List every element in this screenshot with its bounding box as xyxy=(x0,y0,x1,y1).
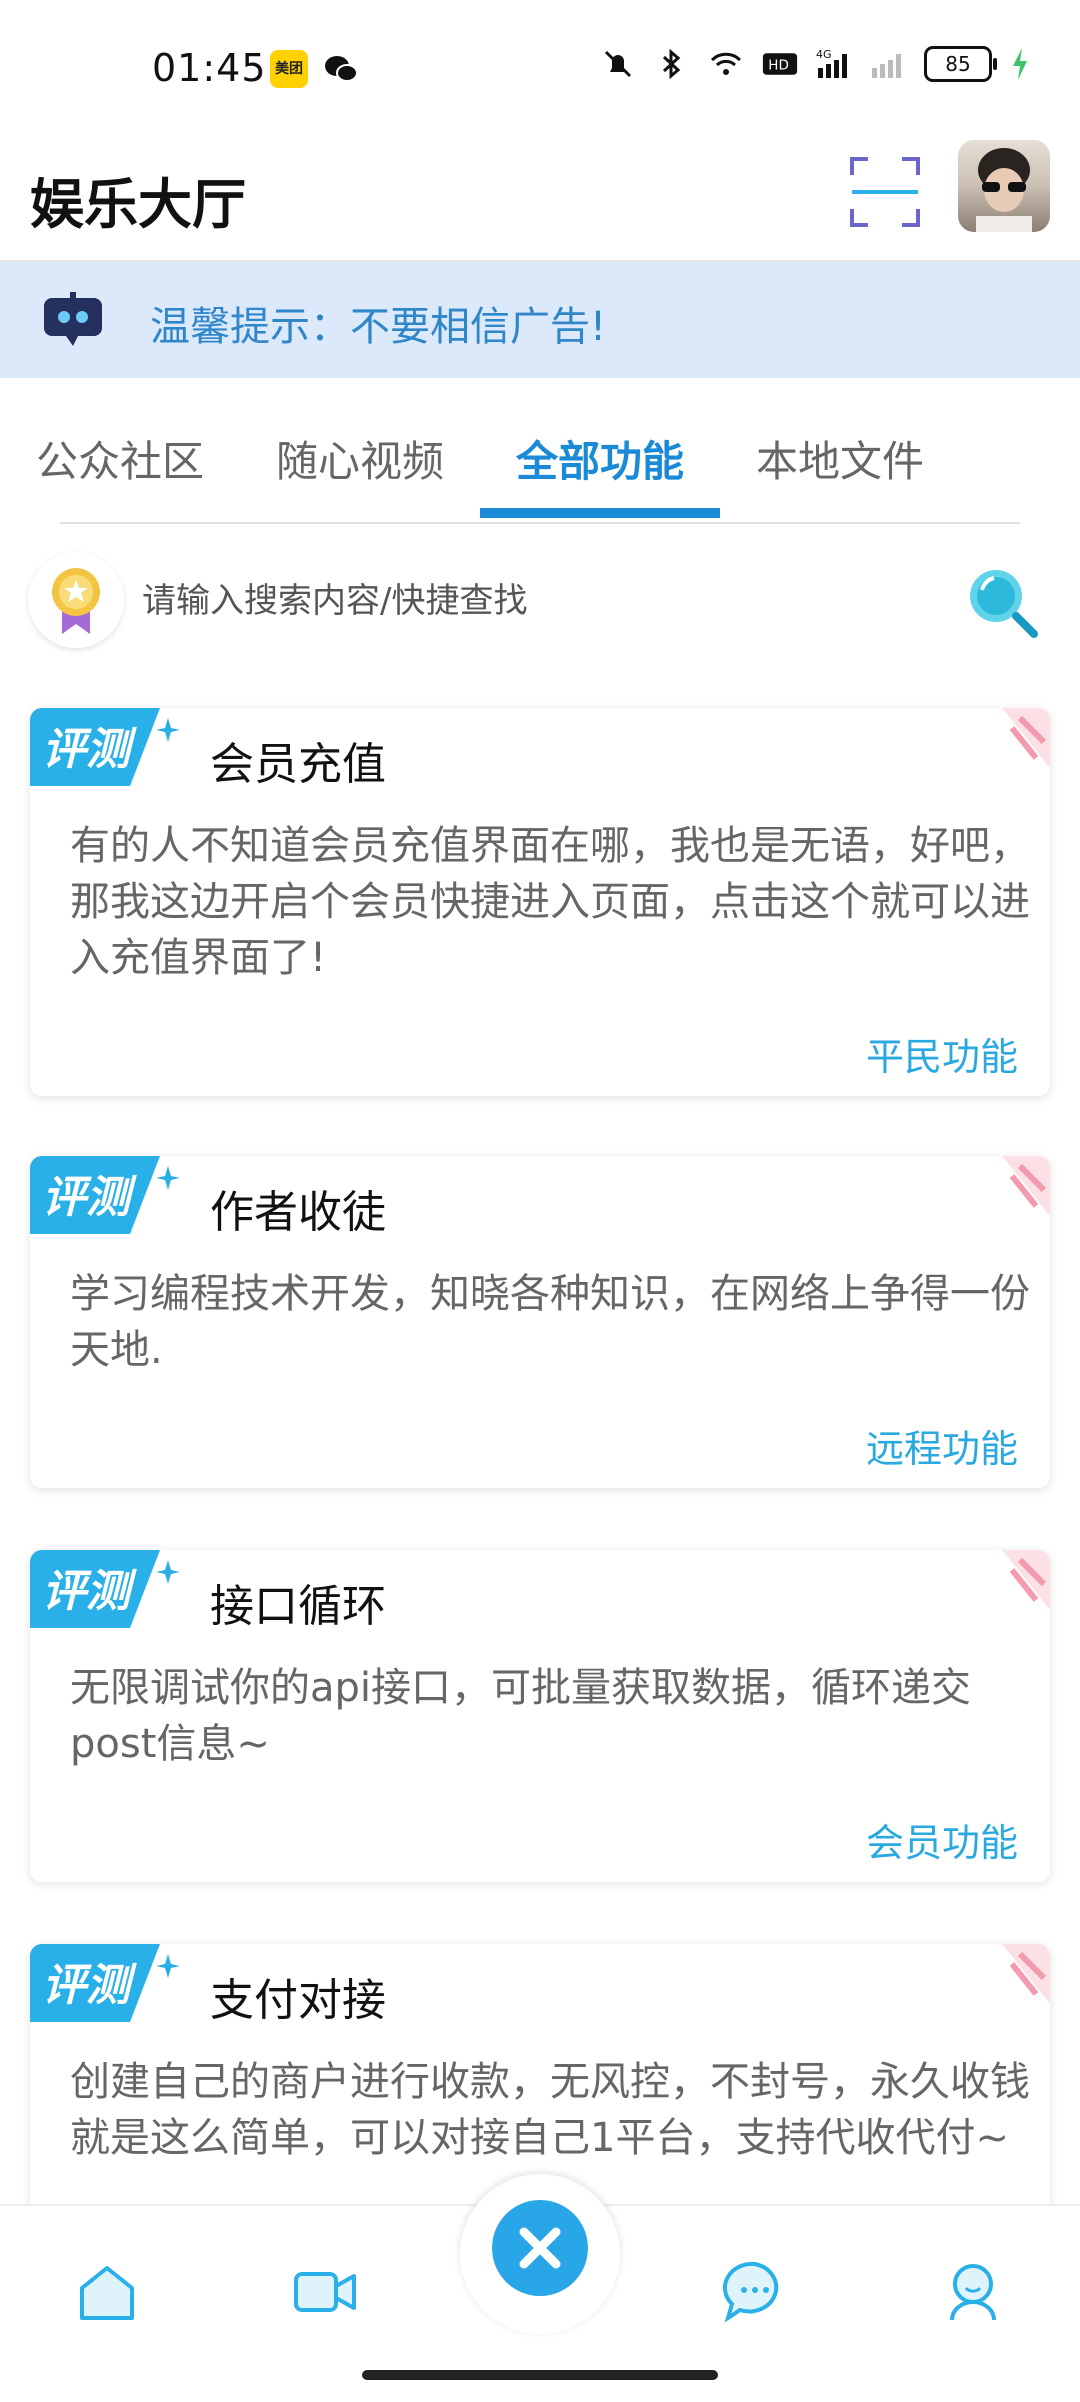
signal-icon xyxy=(872,54,901,78)
app-header: 娱乐大厅 xyxy=(0,130,1080,262)
page-title: 娱乐大厅 xyxy=(30,173,246,236)
meituan-icon: 美团 xyxy=(270,50,308,88)
bluetooth-icon xyxy=(662,48,681,80)
signal-4g-icon: 4G xyxy=(816,48,847,78)
charging-icon xyxy=(1013,48,1027,80)
corner-decoration xyxy=(1002,1550,1050,1610)
card-description: 有的人不知道会员充值界面在哪，我也是无语，好吧，那我这边开启个会员快捷进入页面，… xyxy=(70,823,1030,981)
svg-text:评测: 评测 xyxy=(42,1172,137,1223)
medal-icon xyxy=(28,552,124,648)
notice-text: 温馨提示：不要相信广告! xyxy=(150,304,607,350)
review-badge: 评测 xyxy=(30,708,180,786)
avatar[interactable] xyxy=(958,140,1050,232)
tab-bar: 公众社区 随心视频 全部功能 本地文件 xyxy=(0,378,1080,524)
notice-banner: 温馨提示：不要相信广告! xyxy=(0,262,1080,378)
svg-text:4G: 4G xyxy=(816,48,832,61)
card-description: 学习编程技术开发，知晓各种知识，在网络上争得一份天地. xyxy=(70,1271,1030,1373)
tab-all-features[interactable]: 全部功能 xyxy=(516,428,684,489)
hd-icon: HD xyxy=(762,53,798,75)
card-tag: 平民功能 xyxy=(865,1035,1018,1079)
tab-video[interactable]: 随心视频 xyxy=(276,428,444,489)
home-icon[interactable] xyxy=(72,2256,142,2326)
robot-icon xyxy=(44,292,102,346)
wechat-icon xyxy=(322,50,360,88)
search-bar xyxy=(0,552,1080,652)
chat-icon[interactable] xyxy=(720,2256,790,2326)
card-description: 无限调试你的api接口，可批量获取数据，循环递交post信息~ xyxy=(70,1665,972,1767)
status-time: 01:45 xyxy=(152,46,267,90)
corner-decoration xyxy=(1002,1944,1050,2004)
status-bar: 01:45 美团 HD 4G 85 xyxy=(0,0,1080,130)
review-badge: 评测 xyxy=(30,1944,180,2022)
close-icon[interactable] xyxy=(492,2200,588,2296)
svg-text:评测: 评测 xyxy=(42,1960,137,2011)
tab-indicator xyxy=(480,508,720,518)
mute-icon xyxy=(604,50,632,78)
card-tag: 远程功能 xyxy=(865,1427,1018,1471)
card-title: 接口循环 xyxy=(210,1581,386,1632)
video-icon[interactable] xyxy=(290,2256,360,2326)
center-fab-container xyxy=(460,2174,620,2334)
feature-card[interactable]: 评测 会员充值 有的人不知道会员充值界面在哪，我也是无语，好吧，那我这边开启个会… xyxy=(30,708,1050,1096)
corner-decoration xyxy=(1002,708,1050,768)
tab-community[interactable]: 公众社区 xyxy=(36,428,204,489)
card-title: 作者收徒 xyxy=(210,1187,386,1238)
corner-decoration xyxy=(1002,1156,1050,1216)
card-tag: 会员功能 xyxy=(865,1821,1018,1865)
profile-icon[interactable] xyxy=(938,2256,1008,2326)
svg-text:评测: 评测 xyxy=(42,1566,137,1617)
divider xyxy=(60,522,1020,524)
card-title: 支付对接 xyxy=(210,1975,386,2026)
feature-card[interactable]: 评测 作者收徒 学习编程技术开发，知晓各种知识，在网络上争得一份天地. 远程功能 xyxy=(30,1156,1050,1488)
home-indicator[interactable] xyxy=(362,2370,718,2380)
svg-text:HD: HD xyxy=(768,57,789,73)
wifi-icon xyxy=(710,52,742,75)
review-badge: 评测 xyxy=(30,1156,180,1234)
battery-icon: 85 xyxy=(924,46,997,82)
search-input[interactable] xyxy=(140,572,864,630)
search-icon[interactable] xyxy=(962,562,1042,642)
card-title: 会员充值 xyxy=(210,739,386,790)
card-description: 创建自己的商户进行收款，无风控，不封号，永久收钱就是这么简单，可以对接自己1平台… xyxy=(70,2059,1030,2161)
review-badge: 评测 xyxy=(30,1550,180,1628)
feature-card[interactable]: 评测 接口循环 无限调试你的api接口，可批量获取数据，循环递交post信息~ … xyxy=(30,1550,1050,1882)
scan-icon[interactable] xyxy=(848,155,922,229)
svg-text:评测: 评测 xyxy=(42,724,137,775)
tab-local-files[interactable]: 本地文件 xyxy=(756,428,924,489)
